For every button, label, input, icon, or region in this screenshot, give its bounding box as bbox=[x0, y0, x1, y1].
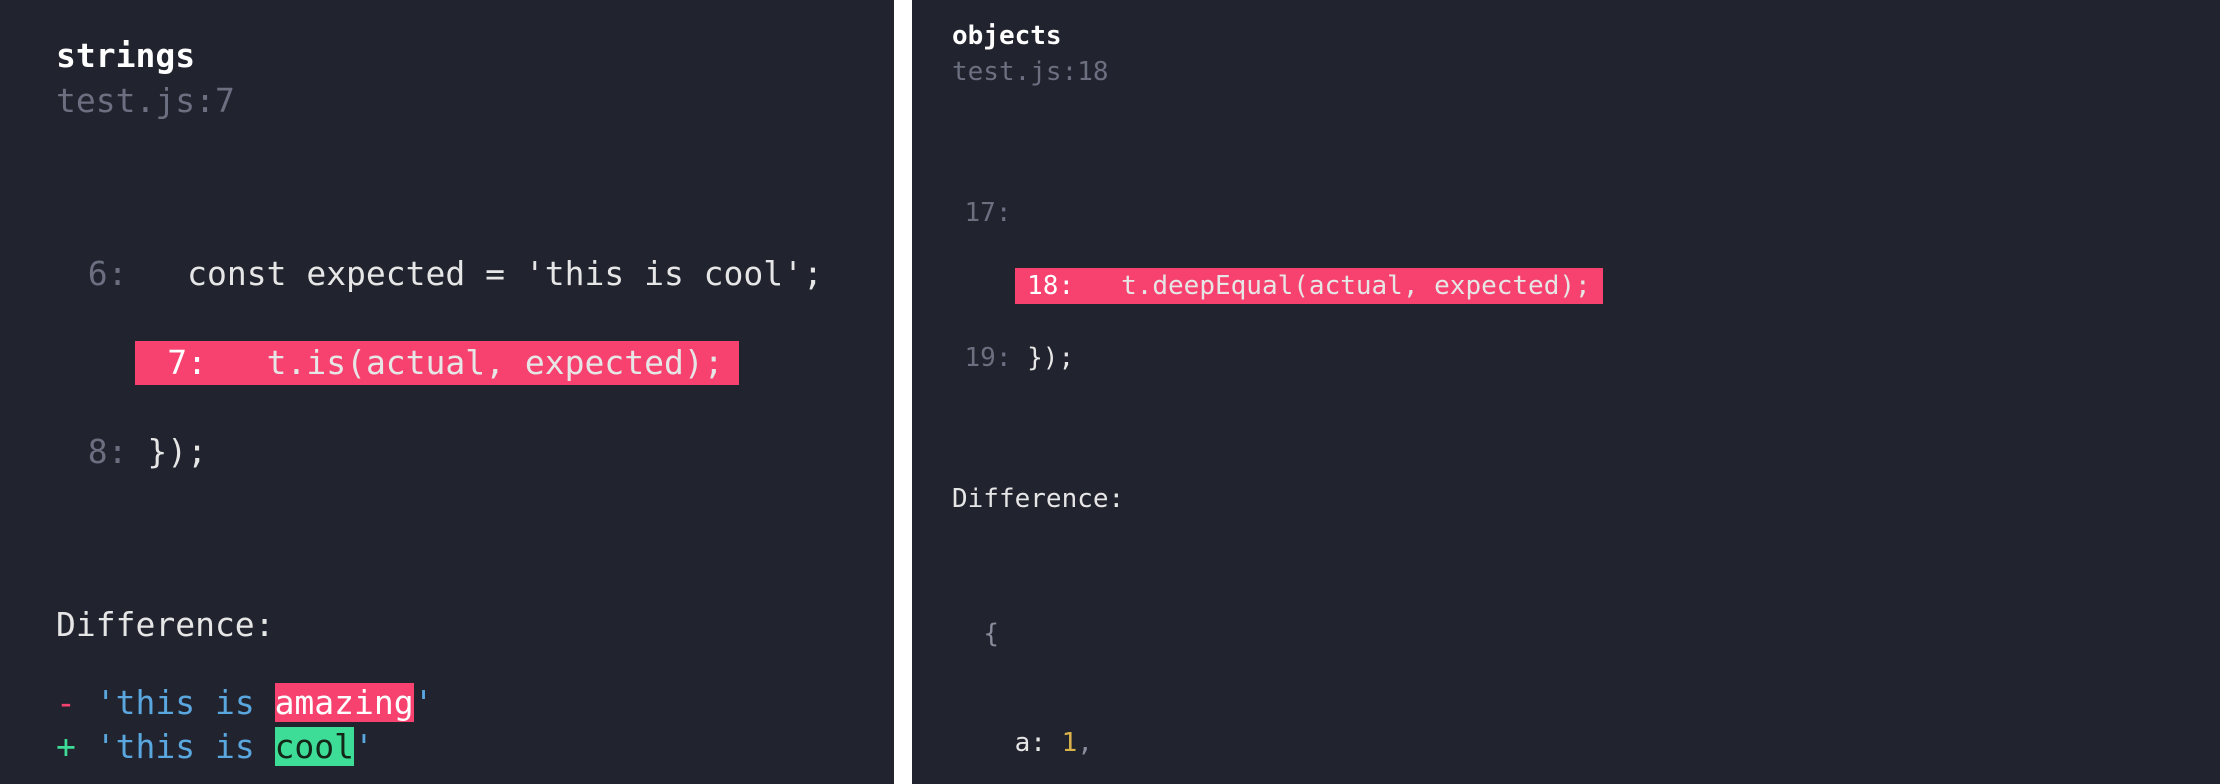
object-diff: { a: 1, b: { - c: 2, + c: 3 } } bbox=[952, 543, 2220, 784]
line-number: 19 bbox=[952, 340, 996, 376]
code-line: 19: }); bbox=[952, 340, 2220, 376]
minus-icon: - bbox=[56, 683, 76, 722]
test-title: objects bbox=[952, 18, 2220, 54]
line-number: 7 bbox=[135, 341, 187, 386]
code-line-error: 18: t.deepEqual(actual, expected); bbox=[1015, 268, 1604, 304]
test-location: test.js:18 bbox=[952, 54, 2220, 90]
test-location: test.js:7 bbox=[56, 79, 894, 124]
code-snippet: 6: const expected = 'this is cool'; 7: t… bbox=[56, 163, 894, 564]
code-text: }); bbox=[1011, 340, 1074, 376]
code-text: t.is(actual, expected); bbox=[207, 341, 724, 386]
code-line-error: 7: t.is(actual, expected); bbox=[135, 341, 739, 386]
diff-removed-word: amazing bbox=[275, 683, 414, 722]
diff-removed-line: - 'this is amazing' bbox=[56, 681, 894, 726]
line-number: 18 bbox=[1015, 268, 1059, 304]
code-line: 8: }); bbox=[56, 430, 894, 475]
difference-label: Difference: bbox=[952, 481, 2220, 517]
diff-added-line: + 'this is cool' bbox=[56, 725, 894, 770]
difference-label: Difference: bbox=[56, 603, 894, 648]
test-title: strings bbox=[56, 34, 894, 79]
pane-divider bbox=[894, 0, 912, 784]
code-text: }); bbox=[128, 430, 207, 475]
pane-strings: strings test.js:7 6: const expected = 't… bbox=[0, 0, 894, 784]
code-text: t.deepEqual(actual, expected); bbox=[1074, 268, 1591, 304]
code-line: 17: bbox=[952, 195, 2220, 231]
code-text: const expected = 'this is cool'; bbox=[128, 252, 823, 297]
diff-added-word: cool bbox=[275, 727, 354, 766]
pane-objects: objects test.js:18 17: 18: t.deepEqual(a… bbox=[912, 0, 2220, 784]
diff-context-line: a: 1, bbox=[952, 725, 2220, 761]
line-number: 17 bbox=[952, 195, 996, 231]
diff-context-line: { bbox=[952, 616, 2220, 652]
code-snippet: 17: 18: t.deepEqual(actual, expected); 1… bbox=[952, 122, 2220, 450]
line-number: 6 bbox=[56, 252, 108, 297]
code-line: 6: const expected = 'this is cool'; bbox=[56, 252, 894, 297]
line-number: 8 bbox=[56, 430, 108, 475]
plus-icon: + bbox=[56, 727, 76, 766]
